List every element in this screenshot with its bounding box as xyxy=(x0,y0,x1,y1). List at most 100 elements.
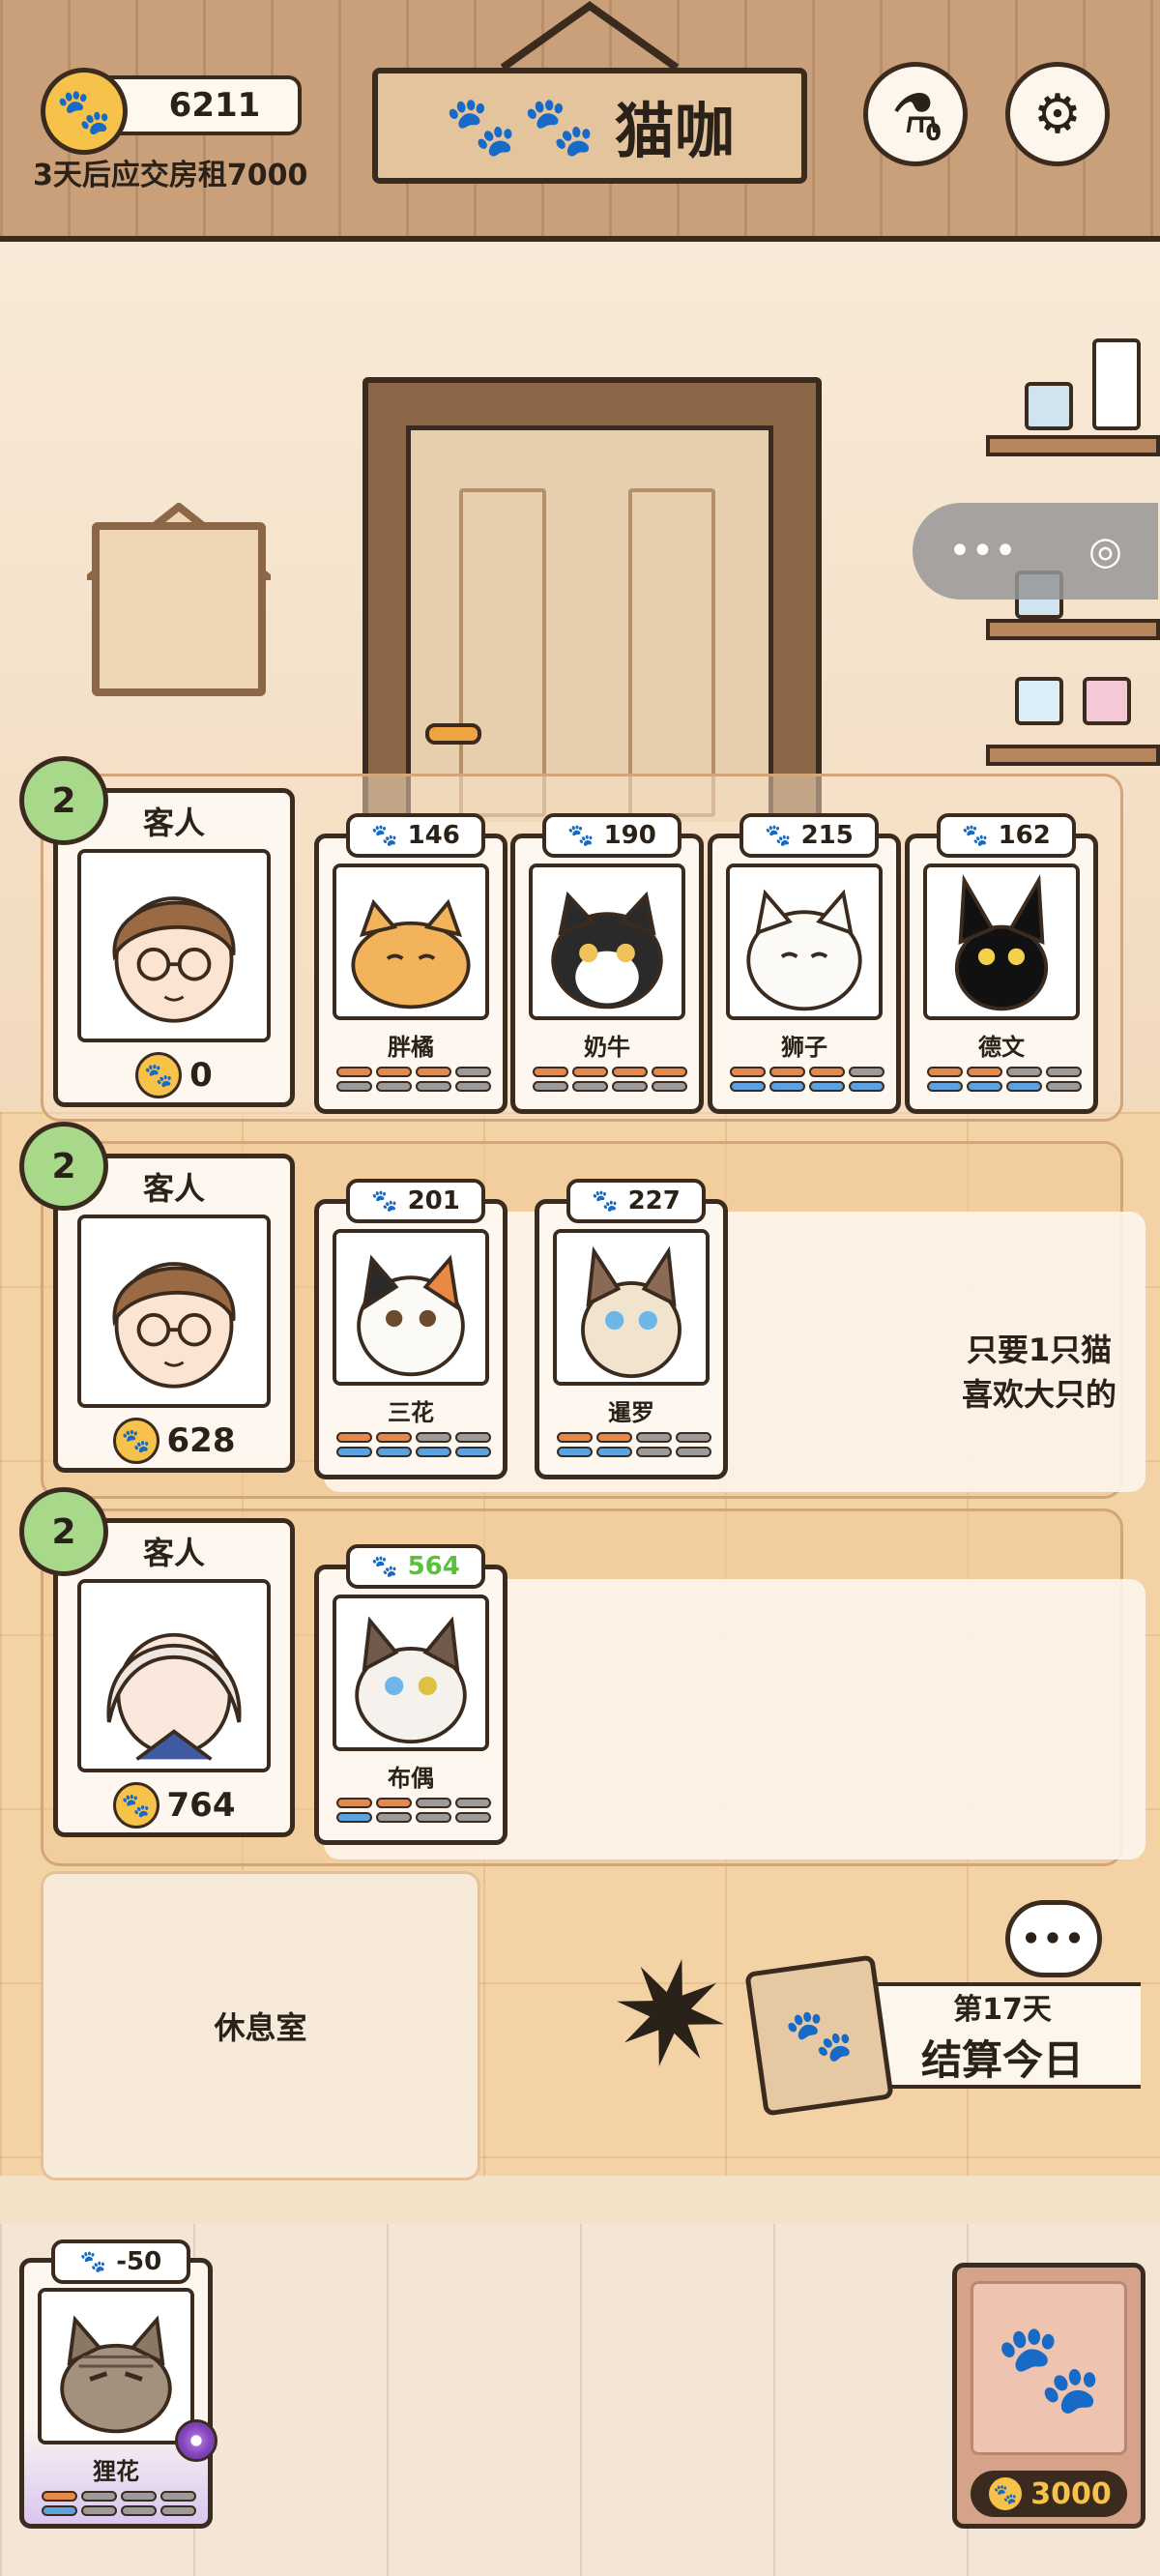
paw-coin-icon: 🐾 xyxy=(112,1418,160,1464)
stat-segment xyxy=(533,1067,568,1077)
customer-request: 只要1只猫 喜欢大只的 xyxy=(961,1332,1116,1414)
stat-bar-orange xyxy=(730,1067,884,1077)
cat-portrait xyxy=(529,864,685,1020)
stat-bar-orange xyxy=(42,2491,196,2502)
stat-segment xyxy=(676,1432,711,1443)
stat-bar-orange xyxy=(557,1432,711,1443)
rest-room-area[interactable]: 休息室 xyxy=(41,1871,480,2181)
paw-prints-icon: 🐾🐾 xyxy=(445,92,601,161)
cat-card[interactable]: 🐾 162 德文 xyxy=(905,813,1098,1114)
cat-value: 190 xyxy=(603,821,656,850)
stat-segment xyxy=(809,1081,845,1092)
end-day-label: 结算今日 xyxy=(920,2035,1084,2084)
potion-button[interactable]: ⚗ 0 xyxy=(863,62,968,166)
stat-bar-orange xyxy=(927,1067,1082,1077)
stat-segment xyxy=(927,1081,963,1092)
stat-segment xyxy=(1046,1081,1082,1092)
stat-segment xyxy=(967,1067,1002,1077)
stat-segment xyxy=(455,1067,491,1077)
stat-segment xyxy=(572,1081,608,1092)
cat-name: 奶牛 xyxy=(584,1034,630,1061)
stat-segment xyxy=(596,1447,632,1457)
buy-price-amount: 3000 xyxy=(1030,2476,1112,2511)
stat-segment xyxy=(809,1067,845,1077)
cat-value: 564 xyxy=(407,1552,460,1581)
stat-segment xyxy=(769,1081,805,1092)
cat-value: -50 xyxy=(116,2247,162,2276)
stat-segment xyxy=(1046,1067,1082,1077)
cat-card[interactable]: 🐾 201 三花 xyxy=(314,1179,508,1479)
potion-count: 0 xyxy=(925,119,942,146)
stat-segment xyxy=(612,1081,648,1092)
guest-coins: 🐾 0 xyxy=(58,1052,290,1098)
paw-coin-icon: 🐾 xyxy=(986,2474,1026,2513)
stat-segment xyxy=(455,1447,491,1457)
close-button[interactable]: ◎ xyxy=(1088,529,1122,573)
stat-segment xyxy=(121,2491,157,2502)
stat-segment xyxy=(416,1812,451,1823)
stat-segment xyxy=(455,1432,491,1443)
guest-coins: 🐾 628 xyxy=(58,1418,290,1464)
cat-card[interactable]: 🐾 190 奶牛 xyxy=(510,813,704,1114)
paw-icon: 🐾 xyxy=(567,823,594,848)
cat-value-tag: 🐾 201 xyxy=(346,1179,485,1223)
buy-cat-card[interactable]: 🐾 🐾 3000 xyxy=(952,2263,1146,2529)
paw-coin-icon: 🐾 xyxy=(112,1782,160,1829)
cat-value: 146 xyxy=(407,821,460,850)
cat-portrait xyxy=(923,864,1080,1020)
cat-portrait xyxy=(333,1229,489,1386)
cat-portrait xyxy=(333,1595,489,1751)
paw-icon: 🐾 xyxy=(765,823,792,848)
stat-segment xyxy=(416,1447,451,1457)
cat-value: 201 xyxy=(407,1186,460,1215)
cat-card[interactable]: 🐾 564 布偶 xyxy=(314,1544,508,1845)
stat-segment xyxy=(81,2491,117,2502)
hand-cat-card[interactable]: 🐾 -50 狸花 xyxy=(19,2239,218,2529)
clipboard-paw-icon: 🐾 xyxy=(744,1954,894,2117)
sign-string xyxy=(500,1,680,70)
stat-segment xyxy=(376,1798,412,1808)
shelf xyxy=(986,745,1160,766)
cat-name: 三花 xyxy=(388,1399,434,1426)
cat-card[interactable]: 🐾 146 胖橘 xyxy=(314,813,508,1114)
stat-segment xyxy=(42,2505,77,2516)
cat-stat-bars xyxy=(927,1067,1082,1096)
refresh-button[interactable]: 2 xyxy=(19,1122,108,1211)
mini-program-menu: ••• ◎ xyxy=(913,503,1158,600)
door-knob xyxy=(425,723,481,745)
stat-segment xyxy=(160,2491,196,2502)
settings-button[interactable]: ⚙ xyxy=(1005,62,1110,166)
refresh-icon: 2 xyxy=(51,1511,76,1552)
jar xyxy=(1083,677,1131,725)
stat-bar-orange xyxy=(336,1067,491,1077)
cat-stat-bars xyxy=(533,1067,687,1096)
gear-icon: ⚙ xyxy=(1032,82,1083,146)
paw-icon: 🐾 xyxy=(962,823,989,848)
cat-value-tag: 🐾 162 xyxy=(937,813,1076,858)
stat-segment xyxy=(416,1432,451,1443)
refresh-button[interactable]: 2 xyxy=(19,1487,108,1576)
cat-card[interactable]: 🐾 215 狮子 xyxy=(708,813,901,1114)
stat-segment xyxy=(455,1081,491,1092)
stat-segment xyxy=(376,1081,412,1092)
cat-value: 215 xyxy=(800,821,854,850)
refresh-icon: 2 xyxy=(51,780,76,821)
paw-icon: 🐾 xyxy=(371,1554,398,1579)
stat-bar-blue xyxy=(42,2505,196,2516)
paw-coin-icon: 🐾 xyxy=(135,1052,183,1098)
cat-name: 胖橘 xyxy=(388,1034,434,1061)
stat-segment xyxy=(572,1067,608,1077)
stat-segment xyxy=(730,1067,766,1077)
stat-segment xyxy=(557,1432,593,1443)
cat-card[interactable]: 🐾 227 暹罗 xyxy=(535,1179,728,1479)
cat-value-tag: 🐾 215 xyxy=(740,813,879,858)
stat-segment xyxy=(336,1081,372,1092)
title-sign: 🐾🐾 猫咖 xyxy=(372,68,807,184)
end-day-button[interactable]: 第17天 结算今日 🐾 xyxy=(744,1953,1141,2117)
cat-stat-bars xyxy=(42,2491,196,2520)
refresh-button[interactable]: 2 xyxy=(19,756,108,845)
stat-segment xyxy=(676,1447,711,1457)
more-button[interactable]: ••• xyxy=(948,529,1017,573)
stat-segment xyxy=(336,1798,372,1808)
stat-segment xyxy=(652,1081,687,1092)
